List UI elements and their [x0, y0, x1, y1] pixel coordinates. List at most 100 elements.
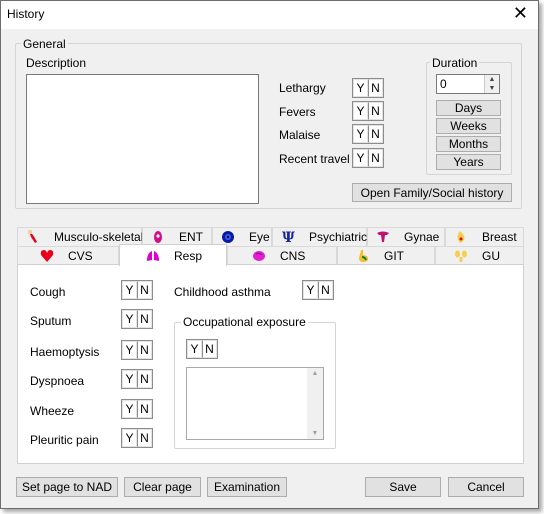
tab-label: GIT — [384, 249, 404, 263]
dyspnoea-yn[interactable]: Y N — [121, 369, 153, 389]
haemoptysis-no-button[interactable]: N — [137, 341, 152, 359]
pleuritic-pain-yes-button[interactable]: Y — [122, 429, 137, 447]
duration-spinbox[interactable]: 0 ▲ ▼ — [436, 74, 500, 94]
uterus-icon — [377, 231, 389, 242]
svg-text:Ψ: Ψ — [282, 230, 295, 244]
examination-button[interactable]: Examination — [207, 477, 287, 497]
sputum-no-button[interactable]: N — [137, 310, 152, 328]
years-button[interactable]: Years — [436, 154, 501, 170]
malaise-no-button[interactable]: N — [368, 125, 383, 143]
scroll-down-icon[interactable]: ▼ — [312, 430, 319, 437]
window-title: History — [7, 7, 45, 21]
recent-travel-label: Recent travel — [279, 152, 350, 166]
tab-psychiatric[interactable]: Ψ Psychiatric — [272, 227, 367, 246]
malaise-label: Malaise — [279, 128, 321, 142]
sputum-yn[interactable]: Y N — [121, 309, 153, 329]
eye-icon — [222, 231, 234, 243]
haemoptysis-yes-button[interactable]: Y — [122, 341, 137, 359]
tab-gynae[interactable]: Gynae — [367, 227, 445, 246]
open-family-social-button[interactable]: Open Family/Social history — [352, 183, 512, 202]
days-button[interactable]: Days — [436, 100, 501, 116]
tab-row-2: CVS Resp CNS GIT GU — [17, 244, 524, 266]
tab-label: Musculo-skeletal — [54, 230, 144, 244]
set-page-to-nad-button[interactable]: Set page to NAD — [16, 477, 118, 497]
wheeze-yes-button[interactable]: Y — [122, 400, 137, 418]
scroll-up-icon[interactable]: ▲ — [312, 370, 319, 377]
cough-yn[interactable]: Y N — [121, 280, 153, 300]
duration-spin-arrows[interactable]: ▲ ▼ — [484, 75, 499, 93]
lethargy-yes-button[interactable]: Y — [353, 79, 368, 97]
description-textbox[interactable] — [26, 74, 259, 204]
occupational-exposure-no-button[interactable]: N — [202, 340, 217, 358]
childhood-asthma-no-button[interactable]: N — [318, 281, 333, 299]
tab-row-1: Musculo-skeletal ENT Eye Ψ Psychiatric G… — [17, 227, 524, 246]
tab-breast[interactable]: Breast — [445, 227, 524, 246]
pleuritic-pain-yn[interactable]: Y N — [121, 428, 153, 448]
occupational-exposure-label: Occupational exposure — [181, 315, 308, 329]
close-icon[interactable]: ✕ — [513, 4, 528, 22]
fevers-no-button[interactable]: N — [368, 102, 383, 120]
lethargy-yn[interactable]: Y N — [352, 78, 384, 98]
lungs-icon — [147, 250, 159, 261]
tab-label: Psychiatric — [309, 230, 368, 244]
tab-label: Gynae — [404, 230, 440, 244]
wheeze-yn[interactable]: Y N — [121, 399, 153, 419]
cancel-button[interactable]: Cancel — [448, 477, 524, 497]
tab-label: GU — [482, 249, 500, 263]
open-family-social-label: Open Family/Social history — [360, 185, 504, 200]
bone-icon — [28, 230, 37, 243]
wheeze-label: Wheeze — [30, 404, 75, 418]
tab-resp[interactable]: Resp — [119, 244, 227, 266]
lethargy-no-button[interactable]: N — [368, 79, 383, 97]
dyspnoea-no-button[interactable]: N — [137, 370, 152, 388]
history-dialog: History ✕ General Description Lethargy Y… — [0, 0, 539, 509]
clear-page-button[interactable]: Clear page — [124, 477, 201, 497]
dyspnoea-yes-button[interactable]: Y — [122, 370, 137, 388]
tab-label: ENT — [179, 230, 203, 244]
childhood-asthma-yes-button[interactable]: Y — [303, 281, 318, 299]
childhood-asthma-yn[interactable]: Y N — [302, 280, 334, 300]
notes-scrollbar[interactable]: ▲ ▼ — [307, 368, 323, 439]
stomach-icon — [359, 250, 368, 262]
spin-up-icon[interactable]: ▲ — [485, 75, 499, 84]
recent-travel-yn[interactable]: Y N — [352, 148, 384, 168]
fevers-yes-button[interactable]: Y — [353, 102, 368, 120]
tab-gu[interactable]: GU — [435, 246, 524, 265]
pleuritic-pain-no-button[interactable]: N — [137, 429, 152, 447]
tab-label: CVS — [68, 249, 93, 263]
save-button[interactable]: Save — [365, 477, 441, 497]
sputum-yes-button[interactable]: Y — [122, 310, 137, 328]
tab-label: Resp — [174, 248, 203, 263]
tab-cns[interactable]: CNS — [227, 246, 337, 265]
psi-icon: Ψ — [282, 230, 295, 244]
recent-travel-yes-button[interactable]: Y — [353, 149, 368, 167]
breast-icon — [457, 231, 465, 243]
cough-yes-button[interactable]: Y — [122, 281, 137, 299]
cough-label: Cough — [30, 285, 66, 299]
description-label: Description — [26, 56, 87, 70]
malaise-yn[interactable]: Y N — [352, 124, 384, 144]
resp-tab-panel: Cough Y N Sputum Y N Haemoptysis Y N Dys… — [17, 264, 524, 464]
tab-cvs[interactable]: CVS — [17, 246, 119, 265]
fevers-label: Fevers — [279, 105, 316, 119]
weeks-button[interactable]: Weeks — [436, 118, 501, 134]
duration-value: 0 — [440, 77, 447, 91]
spin-down-icon[interactable]: ▼ — [485, 84, 499, 93]
haemoptysis-yn[interactable]: Y N — [121, 340, 153, 360]
pleuritic-pain-label: Pleuritic pain — [30, 433, 99, 447]
cough-no-button[interactable]: N — [137, 281, 152, 299]
malaise-yes-button[interactable]: Y — [353, 125, 368, 143]
ent-icon — [154, 231, 162, 243]
heart-icon — [40, 250, 54, 262]
brain-icon — [253, 251, 265, 261]
tab-git[interactable]: GIT — [337, 246, 435, 265]
occupational-exposure-yn[interactable]: Y N — [186, 339, 218, 359]
save-label: Save — [389, 480, 417, 494]
recent-travel-no-button[interactable]: N — [368, 149, 383, 167]
fevers-yn[interactable]: Y N — [352, 101, 384, 121]
wheeze-no-button[interactable]: N — [137, 400, 152, 418]
months-button[interactable]: Months — [436, 136, 501, 152]
occupational-exposure-yes-button[interactable]: Y — [187, 340, 202, 358]
examination-label: Examination — [213, 480, 281, 494]
occupational-exposure-notes[interactable]: ▲ ▼ — [186, 367, 324, 440]
